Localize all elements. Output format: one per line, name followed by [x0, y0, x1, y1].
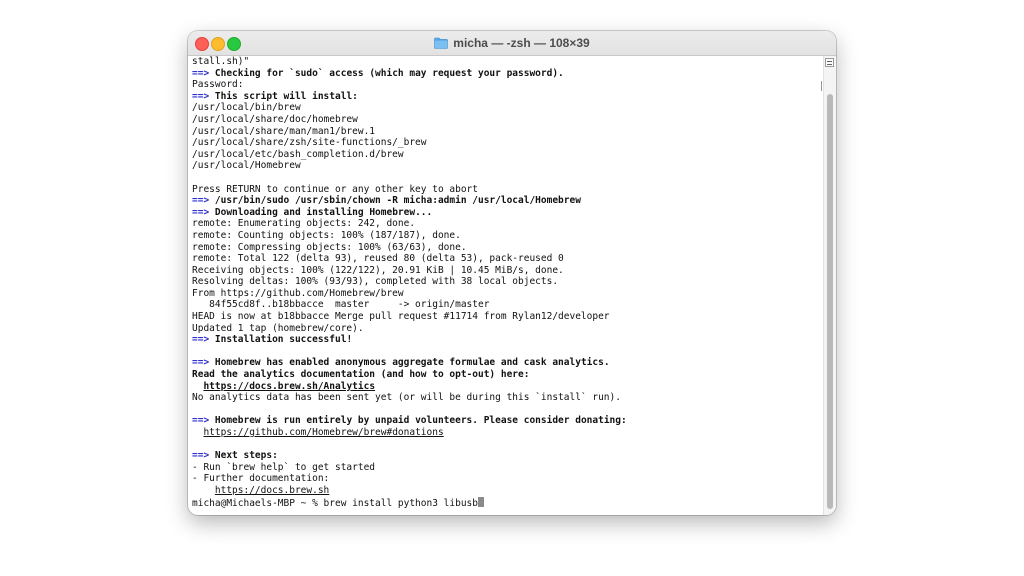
terminal-line: ==> /usr/bin/sudo /usr/sbin/chown -R mic… [192, 195, 824, 207]
terminal-text-segment: remote: Enumerating objects: 242, done. [192, 218, 416, 230]
terminal-text-segment: Homebrew has enabled anonymous aggregate… [209, 357, 610, 369]
terminal-line: /usr/local/share/doc/homebrew [192, 114, 824, 126]
terminal-line: Updated 1 tap (homebrew/core). [192, 323, 824, 335]
terminal-text-segment: /usr/local/bin/brew [192, 102, 301, 114]
terminal-line: 84f55cd8f..b18bbacce master -> origin/ma… [192, 299, 824, 311]
terminal-text-segment: /usr/local/share/man/man1/brew.1 [192, 125, 376, 137]
terminal-line: /usr/local/share/zsh/site-functions/_bre… [192, 137, 824, 149]
terminal-text-segment: remote: Counting objects: 100% (187/187)… [192, 229, 461, 241]
terminal-line: /usr/local/Homebrew [192, 160, 824, 172]
terminal-text-segment: This script will install: [209, 90, 358, 102]
terminal-line: https://docs.brew.sh [192, 485, 824, 497]
terminal-line: /usr/local/bin/brew [192, 102, 824, 114]
terminal-text-segment: /usr/local/share/zsh/site-functions/_bre… [192, 137, 427, 149]
terminal-link[interactable]: https://github.com/Homebrew/brew#donatio… [203, 427, 443, 438]
terminal-line: /usr/local/etc/bash_completion.d/brew [192, 149, 824, 161]
terminal-text-segment: /usr/local/etc/bash_completion.d/brew [192, 148, 404, 160]
terminal-line: ==> Next steps: [192, 450, 824, 462]
terminal-line: ==> Downloading and installing Homebrew.… [192, 207, 824, 219]
terminal-output[interactable]: stall.sh)" ==> Checking for `sudo` access… [192, 56, 824, 515]
terminal-line: /usr/local/share/man/man1/brew.1 [192, 126, 824, 138]
terminal-text-segment: /usr/local/Homebrew [192, 160, 301, 172]
terminal-text-segment: Checking for `sudo` access (which may re… [209, 67, 564, 79]
terminal-text-segment: stall.sh)" [192, 56, 250, 67]
terminal-link[interactable]: https://docs.brew.sh [215, 485, 329, 496]
text-cursor [477, 496, 484, 507]
terminal-line: ==> Homebrew has enabled anonymous aggre… [192, 357, 824, 369]
terminal-line: - Further documentation: [192, 473, 824, 485]
terminal-text-segment: micha@Michaels-MBP ~ % brew install pyth… [192, 497, 478, 509]
terminal-text-segment: remote: Compressing objects: 100% (63/63… [192, 241, 467, 253]
terminal-text-segment: HEAD is now at b18bbacce Merge pull requ… [192, 311, 610, 323]
terminal-text-segment: Read the analytics documentation (and ho… [192, 369, 530, 381]
terminal-text-segment: - Further documentation: [192, 473, 330, 485]
terminal-line: micha@Michaels-MBP ~ % brew install pyth… [192, 496, 824, 509]
terminal-text-segment: 84f55cd8f..b18bbacce master -> origin/ma… [192, 299, 490, 311]
terminal-text-segment: Next steps: [209, 450, 278, 462]
arrow-prompt: ==> [192, 357, 210, 369]
terminal-line: HEAD is now at b18bbacce Merge pull requ… [192, 311, 824, 323]
window-title-group: micha — -zsh — 108×39 [188, 31, 836, 55]
terminal-text-segment: /usr/local/share/doc/homebrew [192, 113, 358, 125]
terminal-line: - Run `brew help` to get started [192, 462, 824, 474]
terminal-line: Read the analytics documentation (and ho… [192, 369, 824, 381]
title-bar[interactable]: micha — -zsh — 108×39 [188, 31, 836, 56]
arrow-prompt: ==> [192, 450, 210, 462]
terminal-line: Password: [192, 79, 824, 91]
terminal-text-segment: Homebrew is run entirely by unpaid volun… [209, 415, 627, 427]
terminal-line: ==> Installation successful! [192, 334, 824, 346]
terminal-text-segment: Updated 1 tap (homebrew/core). [192, 322, 364, 334]
terminal-text-segment: No analytics data has been sent yet (or … [192, 392, 621, 404]
arrow-prompt: ==> [192, 415, 210, 427]
scrollbar-thumb[interactable] [827, 94, 833, 509]
vertical-scrollbar[interactable] [823, 56, 836, 515]
terminal-line: Press RETURN to continue or any other ke… [192, 184, 824, 196]
terminal-line: ==> Homebrew is run entirely by unpaid v… [192, 415, 824, 427]
arrow-prompt: ==> [192, 206, 210, 218]
terminal-line: remote: Total 122 (delta 93), reused 80 … [192, 253, 824, 265]
terminal-line: https://docs.brew.sh/Analytics [192, 381, 824, 393]
arrow-prompt: ==> [192, 67, 210, 79]
terminal-text-segment: Downloading and installing Homebrew... [209, 206, 433, 218]
terminal-line: stall.sh)" [192, 56, 824, 68]
arrow-prompt: ==> [192, 195, 210, 207]
arrow-prompt: ==> [192, 334, 210, 346]
terminal-line: Receiving objects: 100% (122/122), 20.91… [192, 265, 824, 277]
terminal-line: https://github.com/Homebrew/brew#donatio… [192, 427, 824, 439]
terminal-line: remote: Enumerating objects: 242, done. [192, 218, 824, 230]
terminal-text-segment: Password: [192, 79, 244, 91]
terminal-line: ==> This script will install: [192, 91, 824, 103]
terminal-text-segment: Press RETURN to continue or any other ke… [192, 183, 478, 195]
terminal-text-segment: Receiving objects: 100% (122/122), 20.91… [192, 264, 564, 276]
terminal-text[interactable]: stall.sh)" ==> Checking for `sudo` access… [192, 56, 824, 509]
terminal-line: ==> Checking for `sudo` access (which ma… [192, 68, 824, 80]
terminal-window: micha — -zsh — 108×39 stall.sh)" ==> Chec… [188, 31, 836, 515]
terminal-line: Resolving deltas: 100% (93/93), complete… [192, 276, 824, 288]
terminal-text-segment: From https://github.com/Homebrew/brew [192, 287, 404, 299]
terminal-line: From https://github.com/Homebrew/brew [192, 288, 824, 300]
terminal-line: No analytics data has been sent yet (or … [192, 392, 824, 404]
terminal-text-segment: - Run `brew help` to get started [192, 461, 376, 473]
arrow-prompt: ==> [192, 90, 210, 102]
scroll-marker [819, 81, 822, 91]
terminal-text-segment: /usr/bin/sudo /usr/sbin/chown -R micha:a… [209, 195, 581, 207]
terminal-text-segment: Installation successful! [209, 334, 353, 346]
terminal-line: remote: Counting objects: 100% (187/187)… [192, 230, 824, 242]
folder-icon [434, 37, 449, 49]
terminal-text-segment: remote: Total 122 (delta 93), reused 80 … [192, 253, 564, 265]
terminal-link[interactable]: https://docs.brew.sh/Analytics [203, 381, 375, 392]
window-title: micha — -zsh — 108×39 [453, 36, 590, 50]
terminal-text-segment: Resolving deltas: 100% (93/93), complete… [192, 276, 559, 288]
terminal-line: remote: Compressing objects: 100% (63/63… [192, 242, 824, 254]
scrollbar-menu-icon[interactable] [825, 58, 834, 67]
